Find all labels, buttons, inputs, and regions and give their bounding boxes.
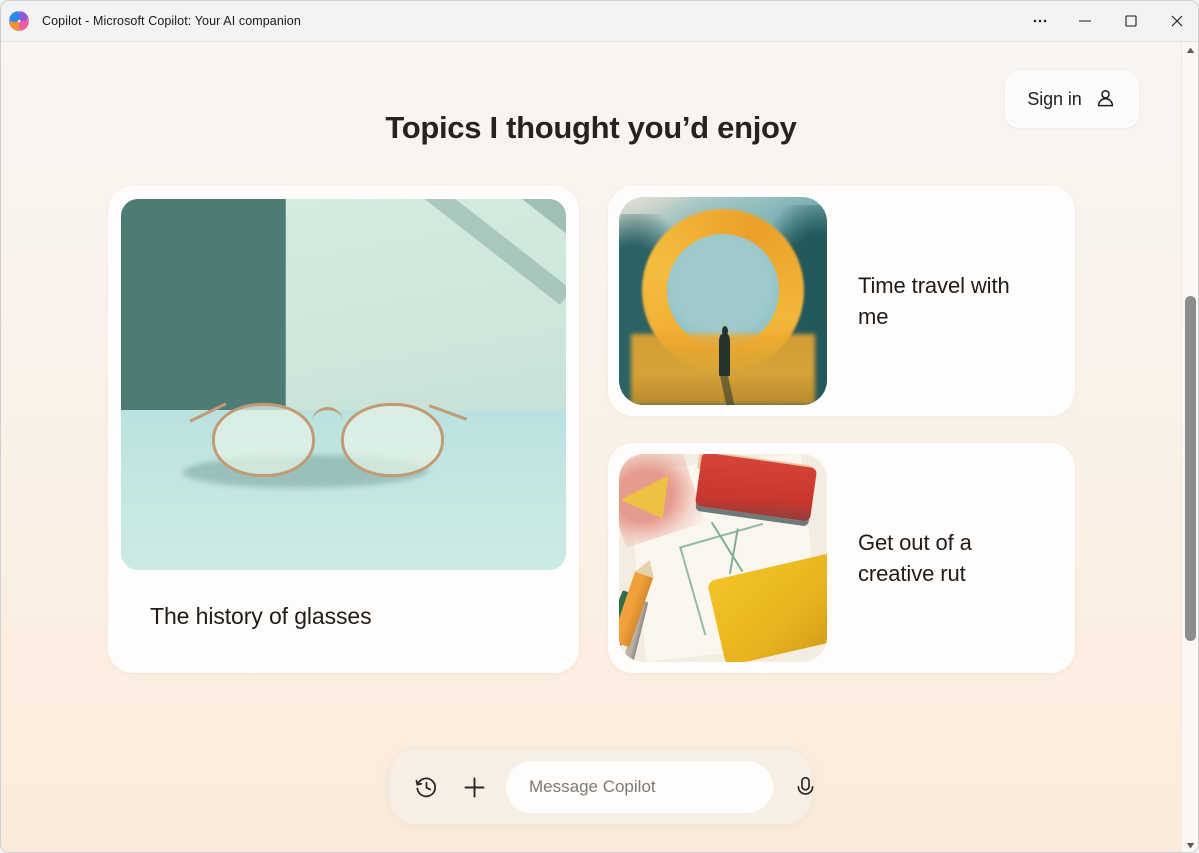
window-controls — [1018, 1, 1198, 42]
close-icon[interactable] — [1154, 1, 1198, 42]
topic-card-title: Get out of a creative rut — [858, 530, 972, 586]
page-title: Topics I thought you’d enjoy — [385, 110, 797, 145]
history-clock-icon[interactable] — [404, 765, 448, 809]
main-content: Sign in Topics I thought you’d enjoy The… — [1, 42, 1198, 852]
topic-card-title: The history of glasses — [150, 603, 372, 629]
microphone-icon[interactable] — [783, 765, 827, 809]
copilot-app-window: Copilot - Microsoft Copilot: Your AI com… — [0, 0, 1199, 853]
topic-card-image-get-out-of-a-creative-rut — [619, 454, 827, 662]
vertical-scrollbar[interactable] — [1181, 42, 1198, 852]
minimize-icon[interactable] — [1062, 1, 1108, 42]
person-icon — [1094, 87, 1117, 113]
topic-card-title: Time travel with me — [858, 273, 1010, 329]
topic-card-image-history-of-glasses — [121, 199, 566, 570]
topic-card-history-of-glasses[interactable]: The history of glasses — [108, 186, 579, 673]
topic-cards-column: Time travel with me Get out of a creativ… — [608, 186, 1075, 673]
more-options-icon[interactable] — [1018, 1, 1062, 42]
window-title: Copilot - Microsoft Copilot: Your AI com… — [42, 14, 301, 28]
message-input[interactable] — [506, 761, 773, 813]
topic-card-image-time-travel-with-me — [619, 197, 827, 405]
chevron-down-icon[interactable] — [1182, 837, 1198, 852]
maximize-icon[interactable] — [1108, 1, 1154, 42]
copilot-logo-icon — [9, 11, 29, 31]
scrollbar-thumb[interactable] — [1185, 296, 1196, 641]
topic-card-get-out-of-a-creative-rut[interactable]: Get out of a creative rut — [608, 443, 1075, 673]
message-composer — [390, 750, 813, 824]
title-bar: Copilot - Microsoft Copilot: Your AI com… — [1, 1, 1198, 42]
chevron-up-icon[interactable] — [1182, 42, 1198, 59]
topic-cards-grid: The history of glasses Time travel with … — [108, 186, 1075, 673]
topic-card-time-travel-with-me[interactable]: Time travel with me — [608, 186, 1075, 416]
sign-in-label: Sign in — [1027, 89, 1082, 109]
plus-icon[interactable] — [452, 765, 496, 809]
